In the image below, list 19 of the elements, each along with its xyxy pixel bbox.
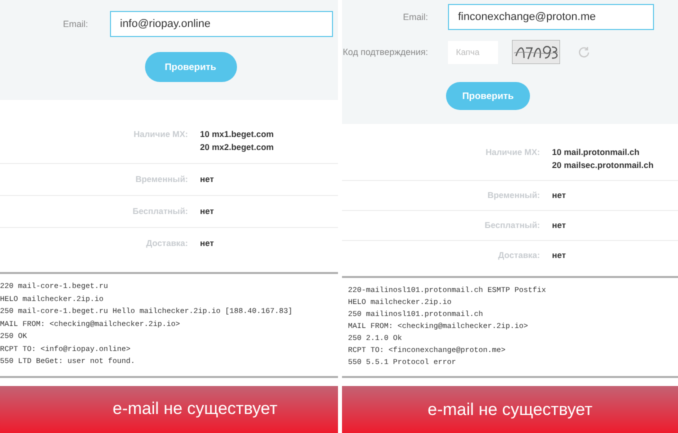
refresh-icon[interactable] — [578, 46, 590, 58]
email-field[interactable]: finconexchange@proton.me — [448, 4, 654, 30]
result-banner: e-mail не существует — [342, 386, 678, 433]
result-banner: e-mail не существует — [0, 386, 338, 433]
result-value: нет — [552, 249, 567, 262]
email-label: Email: — [402, 12, 428, 22]
captcha-field[interactable]: Капча — [448, 40, 498, 64]
email-field[interactable]: info@riopay.online — [110, 11, 333, 37]
result-value: 10 mx1.beget.com — [200, 128, 275, 141]
result-value: нет — [552, 189, 567, 202]
captcha-label: Код подтверждения: — [342, 47, 428, 57]
result-value: нет — [200, 173, 215, 186]
result-value: 20 mailsec.protonmail.ch — [552, 159, 655, 172]
result-value: нет — [200, 237, 215, 250]
result-value: 20 mx2.beget.com — [200, 141, 275, 154]
result-value: 10 mail.protonmail.ch — [552, 146, 640, 159]
result-value: нет — [552, 219, 567, 232]
email-label: Email: — [62, 19, 88, 29]
result-value: нет — [200, 205, 215, 218]
